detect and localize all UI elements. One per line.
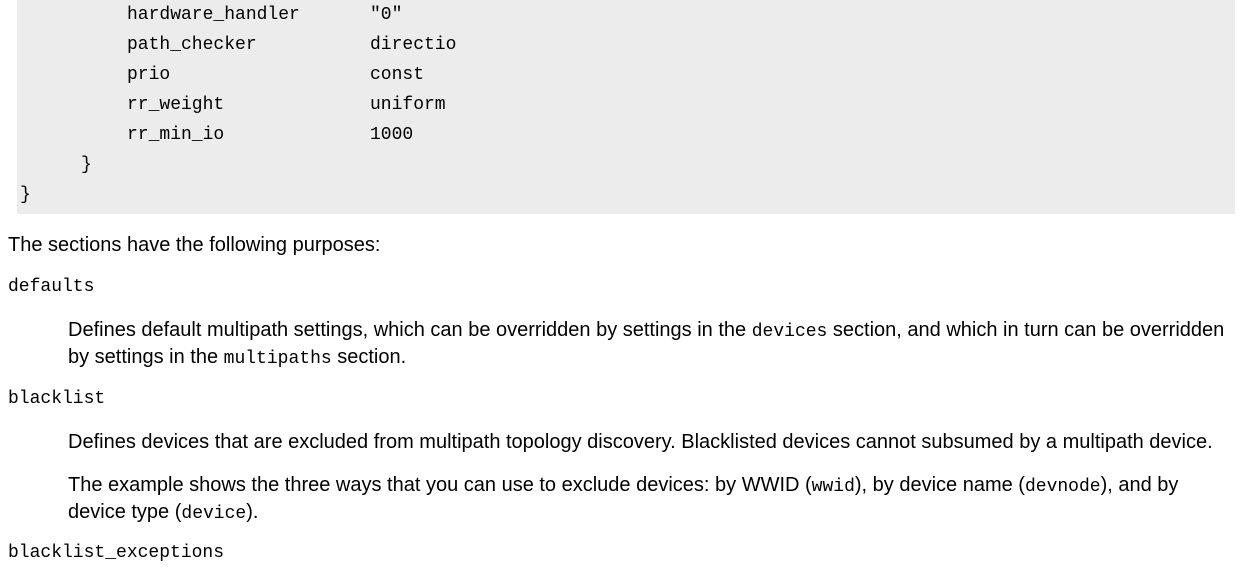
blacklist-example-text-1: The example shows the three ways that yo… xyxy=(68,474,812,496)
code-value-rr-weight: uniform xyxy=(370,95,446,115)
intro-text: The sections have the following purposes… xyxy=(8,234,381,256)
code-device: device xyxy=(181,504,247,524)
code-key-path-checker: path_checker xyxy=(127,35,257,55)
code-key-rr-weight: rr_weight xyxy=(127,95,225,115)
code-key-hardware-handler: hardware_handler xyxy=(127,5,300,25)
blacklist-example-text-2: ), by device name ( xyxy=(854,474,1025,496)
term-defaults: defaults xyxy=(8,277,95,297)
code-value-path-checker: directio xyxy=(370,35,457,55)
code-multipaths: multipaths xyxy=(223,349,332,369)
code-outer-close-brace: } xyxy=(20,185,31,205)
code-inner-close-brace: } xyxy=(81,155,92,175)
code-key-prio: prio xyxy=(127,65,171,85)
code-devices: devices xyxy=(751,322,828,342)
blacklist-example-text-4: ). xyxy=(246,501,259,523)
term-blacklist: blacklist xyxy=(8,389,106,409)
term-blacklist-exceptions: blacklist_exceptions xyxy=(8,543,225,563)
code-devnode: devnode xyxy=(1024,477,1101,497)
code-key-rr-min-io: rr_min_io xyxy=(127,125,225,145)
blacklist-example-text: The example shows the three ways that yo… xyxy=(68,473,1238,527)
code-wwid: wwid xyxy=(811,477,855,497)
defaults-desc-text-3: section. xyxy=(331,346,407,368)
code-value-rr-min-io: 1000 xyxy=(370,125,414,145)
code-value-prio: const xyxy=(370,65,425,85)
code-value-hardware-handler: "0" xyxy=(370,5,403,25)
code-block: hardware_handler "0" path_checker direct… xyxy=(17,0,1235,214)
defaults-description: Defines default multipath settings, whic… xyxy=(68,318,1238,372)
defaults-desc-text-1: Defines default multipath settings, whic… xyxy=(68,319,752,341)
blacklist-description: Defines devices that are excluded from m… xyxy=(68,431,1213,453)
